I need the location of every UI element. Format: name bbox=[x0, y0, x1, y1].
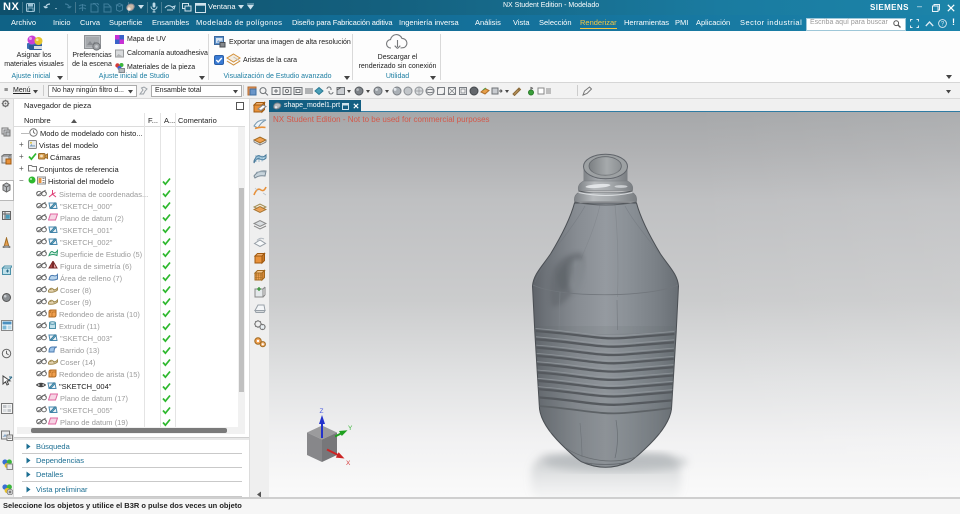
svg-text:Z: Z bbox=[320, 408, 324, 415]
svg-text:X: X bbox=[346, 460, 351, 467]
svg-text:Y: Y bbox=[348, 425, 353, 432]
